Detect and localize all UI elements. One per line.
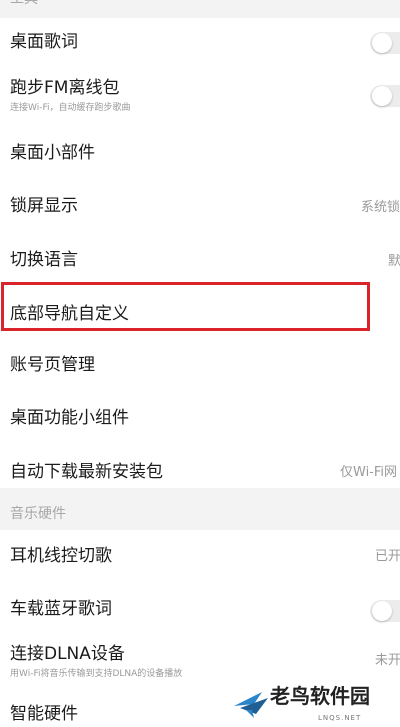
setting-account-page-manage[interactable]: 账号页管理 <box>0 334 400 386</box>
setting-title: 锁屏显示 <box>10 196 78 216</box>
setting-desktop-function-widget[interactable]: 桌面功能小组件 <box>0 386 400 438</box>
setting-desktop-widget[interactable]: 桌面小部件 <box>0 124 400 176</box>
setting-value: 仅Wi-Fi网 <box>340 465 398 480</box>
watermark: 老鸟软件园 LNQS.NET <box>204 676 400 727</box>
tools-card: 桌面歌词 跑步FM离线包 连接Wi-Fi，自动缓存跑步歌曲 桌面小部件 锁屏显示… <box>0 18 400 488</box>
setting-desktop-lyrics[interactable]: 桌面歌词 <box>0 18 400 68</box>
setting-running-fm-offline[interactable]: 跑步FM离线包 连接Wi-Fi，自动缓存跑步歌曲 <box>0 70 400 124</box>
toggle-knob <box>372 86 392 106</box>
car-bluetooth-toggle[interactable] <box>370 600 400 622</box>
setting-value: 默 <box>388 254 400 269</box>
setting-title: 连接DLNA设备 <box>10 644 125 664</box>
section-label-tools: 工具 <box>10 0 38 6</box>
setting-title: 底部导航自定义 <box>10 304 129 324</box>
watermark-url: LNQS.NET <box>318 714 362 722</box>
setting-title: 桌面小部件 <box>10 143 95 163</box>
setting-title: 桌面歌词 <box>10 32 78 52</box>
setting-subtitle: 连接Wi-Fi，自动缓存跑步歌曲 <box>10 103 131 113</box>
setting-lockscreen-display[interactable]: 锁屏显示 系统锁 <box>0 176 400 228</box>
setting-value: 系统锁 <box>361 200 400 215</box>
setting-title: 耳机线控切歌 <box>10 546 112 566</box>
setting-subtitle: 用Wi-Fi将音乐传输到支持DLNA的设备播放 <box>10 669 183 679</box>
setting-switch-language[interactable]: 切换语言 默 <box>0 228 400 280</box>
setting-bottom-nav-custom[interactable]: 底部导航自定义 <box>0 282 400 334</box>
setting-value: 已开 <box>375 549 400 564</box>
toggle-knob <box>372 33 392 53</box>
setting-title: 智能硬件 <box>10 704 78 724</box>
setting-car-bluetooth-lyrics[interactable]: 车载蓝牙歌词 <box>0 584 400 636</box>
setting-title: 跑步FM离线包 <box>10 78 120 98</box>
running-fm-toggle[interactable] <box>370 85 400 107</box>
setting-value: 未开 <box>375 653 400 668</box>
setting-title: 车载蓝牙歌词 <box>10 599 112 619</box>
settings-page: 工具 桌面歌词 跑步FM离线包 连接Wi-Fi，自动缓存跑步歌曲 桌面小部件 锁… <box>0 0 400 727</box>
bird-logo-icon <box>234 692 268 718</box>
watermark-name: 老鸟软件园 <box>270 684 370 708</box>
setting-title: 切换语言 <box>10 250 78 270</box>
desktop-lyrics-toggle[interactable] <box>370 32 400 54</box>
setting-title: 账号页管理 <box>10 355 95 375</box>
toggle-knob <box>372 601 392 621</box>
setting-title: 自动下载最新安装包 <box>10 462 163 482</box>
setting-title: 桌面功能小组件 <box>10 408 129 428</box>
setting-auto-download-package[interactable]: 自动下载最新安装包 仅Wi-Fi网 <box>0 438 400 488</box>
setting-headset-control[interactable]: 耳机线控切歌 已开 <box>0 530 400 584</box>
section-label-hardware: 音乐硬件 <box>10 506 66 522</box>
